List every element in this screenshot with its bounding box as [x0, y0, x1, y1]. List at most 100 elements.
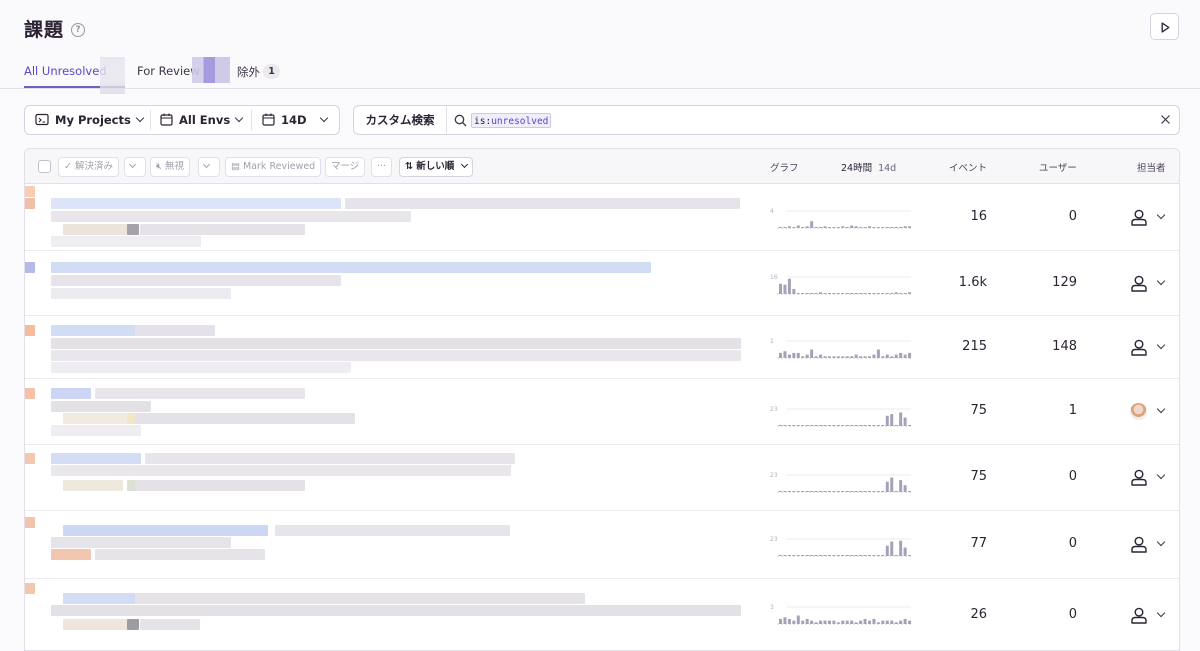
- issue-row[interactable]: 16 1.6k 129: [25, 251, 1179, 316]
- issue-row[interactable]: 23 75 0: [25, 445, 1179, 511]
- sparkline-bar: [908, 226, 912, 228]
- graph-period-toggle[interactable]: 24時間 14d: [841, 160, 896, 174]
- sparkline-bar: [801, 425, 805, 426]
- event-sparkline[interactable]: [777, 603, 913, 625]
- chevron-down-icon: [202, 160, 211, 169]
- redacted-text: [51, 549, 91, 560]
- merge-button[interactable]: マージ: [325, 157, 366, 177]
- sparkline-bar: [863, 491, 867, 492]
- issue-row[interactable]: 3 26 0: [25, 579, 1179, 650]
- chevron-down-icon[interactable]: [1156, 608, 1166, 617]
- issue-row[interactable]: 23 75 1: [25, 379, 1179, 445]
- period-24h-option[interactable]: 24時間: [841, 163, 872, 174]
- sparkline-bar: [859, 293, 863, 294]
- sort-dropdown[interactable]: ⇅ 新しい順: [399, 157, 473, 177]
- user-icon[interactable]: [1130, 275, 1148, 292]
- sparkline-bar: [876, 491, 880, 492]
- ignored-count-badge: 1: [263, 64, 280, 79]
- sparkline-bar: [872, 618, 876, 624]
- event-sparkline[interactable]: [777, 471, 913, 493]
- event-sparkline[interactable]: [777, 405, 913, 427]
- sparkline-bar: [801, 293, 805, 294]
- sparkline-bar: [810, 555, 814, 556]
- assignee-avatar[interactable]: [1130, 403, 1147, 420]
- redacted-text: [63, 480, 123, 491]
- custom-search-button[interactable]: カスタム検索: [354, 106, 447, 134]
- project-filter[interactable]: My Projects: [35, 106, 145, 134]
- redacted-issue-summary[interactable]: [25, 379, 765, 444]
- sparkline-bar: [872, 425, 876, 426]
- user-icon[interactable]: [1130, 209, 1148, 226]
- redacted-text: [25, 186, 35, 197]
- event-sparkline[interactable]: [777, 535, 913, 557]
- sparkline-bar: [854, 555, 858, 556]
- user-count: 129: [1052, 274, 1077, 290]
- sparkline-bar: [796, 352, 800, 358]
- sparkline-bar: [908, 491, 912, 492]
- redacted-text: [135, 480, 305, 491]
- sparkline-bar: [859, 555, 863, 556]
- search-bar[interactable]: カスタム検索 is:unresolved: [353, 105, 1180, 135]
- environment-filter[interactable]: All Envs: [160, 106, 244, 134]
- play-tour-button[interactable]: [1150, 13, 1179, 40]
- ignore-button-label: 無視: [165, 161, 185, 172]
- issue-row[interactable]: 1 215 148: [25, 316, 1179, 379]
- redacted-text: [63, 224, 133, 235]
- tab-ignored[interactable]: 除外: [237, 64, 260, 80]
- chevron-down-icon[interactable]: [1156, 210, 1166, 219]
- chevron-down-icon: [319, 113, 328, 123]
- sparkline-bar: [792, 555, 796, 556]
- sparkline-bar: [899, 540, 903, 556]
- chevron-down-icon[interactable]: [1156, 340, 1166, 349]
- sparkline-bar: [903, 547, 907, 556]
- redacted-issue-summary[interactable]: [25, 184, 765, 250]
- event-sparkline[interactable]: [777, 273, 913, 295]
- mark-reviewed-button[interactable]: ▤ Mark Reviewed: [225, 157, 322, 177]
- sort-dropdown-label: 新しい順: [416, 161, 455, 172]
- redacted-issue-summary[interactable]: [25, 579, 765, 650]
- chevron-down-icon[interactable]: [1156, 404, 1166, 414]
- tab-for-review[interactable]: For Review: [137, 64, 200, 78]
- sparkline-bar: [836, 491, 840, 492]
- user-icon[interactable]: [1130, 607, 1148, 624]
- sparkline-bar: [814, 227, 818, 228]
- user-icon[interactable]: [1130, 536, 1148, 553]
- redacted-issue-summary[interactable]: [25, 445, 765, 510]
- chevron-down-icon[interactable]: [1156, 276, 1166, 285]
- close-icon[interactable]: [1160, 114, 1171, 125]
- ignore-dropdown-button[interactable]: [198, 157, 220, 177]
- chevron-down-icon[interactable]: [1156, 470, 1166, 480]
- resolve-button[interactable]: ✓ 解決済み: [58, 157, 119, 177]
- sparkline-bar: [819, 491, 823, 492]
- user-icon[interactable]: [1130, 469, 1148, 486]
- sparkline-bar: [805, 555, 809, 556]
- period-14d-option[interactable]: 14d: [878, 163, 896, 174]
- search-token[interactable]: is:unresolved: [471, 113, 552, 128]
- ignore-button[interactable]: 🔇︎ 無視: [150, 157, 191, 177]
- sparkline-bar: [841, 425, 845, 426]
- period-filter[interactable]: 14D: [262, 106, 332, 134]
- redacted-issue-summary[interactable]: [25, 316, 765, 378]
- sparkline-bar: [854, 354, 858, 358]
- sparkline-bar: [836, 293, 840, 294]
- help-icon[interactable]: ?: [71, 23, 85, 37]
- issue-row[interactable]: 4 16 0: [25, 184, 1179, 251]
- more-actions-button[interactable]: ···: [371, 157, 393, 177]
- redacted-issue-summary[interactable]: [25, 511, 765, 578]
- redacted-issue-summary[interactable]: [25, 251, 765, 315]
- resolve-dropdown-button[interactable]: [124, 157, 146, 177]
- issue-row[interactable]: 23 77 0: [25, 511, 1179, 579]
- chevron-down-icon[interactable]: [1156, 537, 1166, 547]
- select-all-checkbox[interactable]: [38, 160, 51, 173]
- sparkline-bar: [872, 354, 876, 358]
- sparkline-bar: [859, 620, 863, 624]
- redacted-text: [51, 338, 741, 349]
- tab-all-unresolved[interactable]: All Unresolved: [24, 64, 107, 78]
- sparkline-bar: [903, 293, 907, 294]
- event-sparkline[interactable]: [777, 207, 913, 229]
- sparkline-bar: [890, 356, 894, 358]
- user-icon[interactable]: [1130, 339, 1148, 356]
- sparkline-bar: [876, 349, 880, 358]
- event-sparkline[interactable]: [777, 337, 913, 359]
- redacted-text: [25, 517, 35, 528]
